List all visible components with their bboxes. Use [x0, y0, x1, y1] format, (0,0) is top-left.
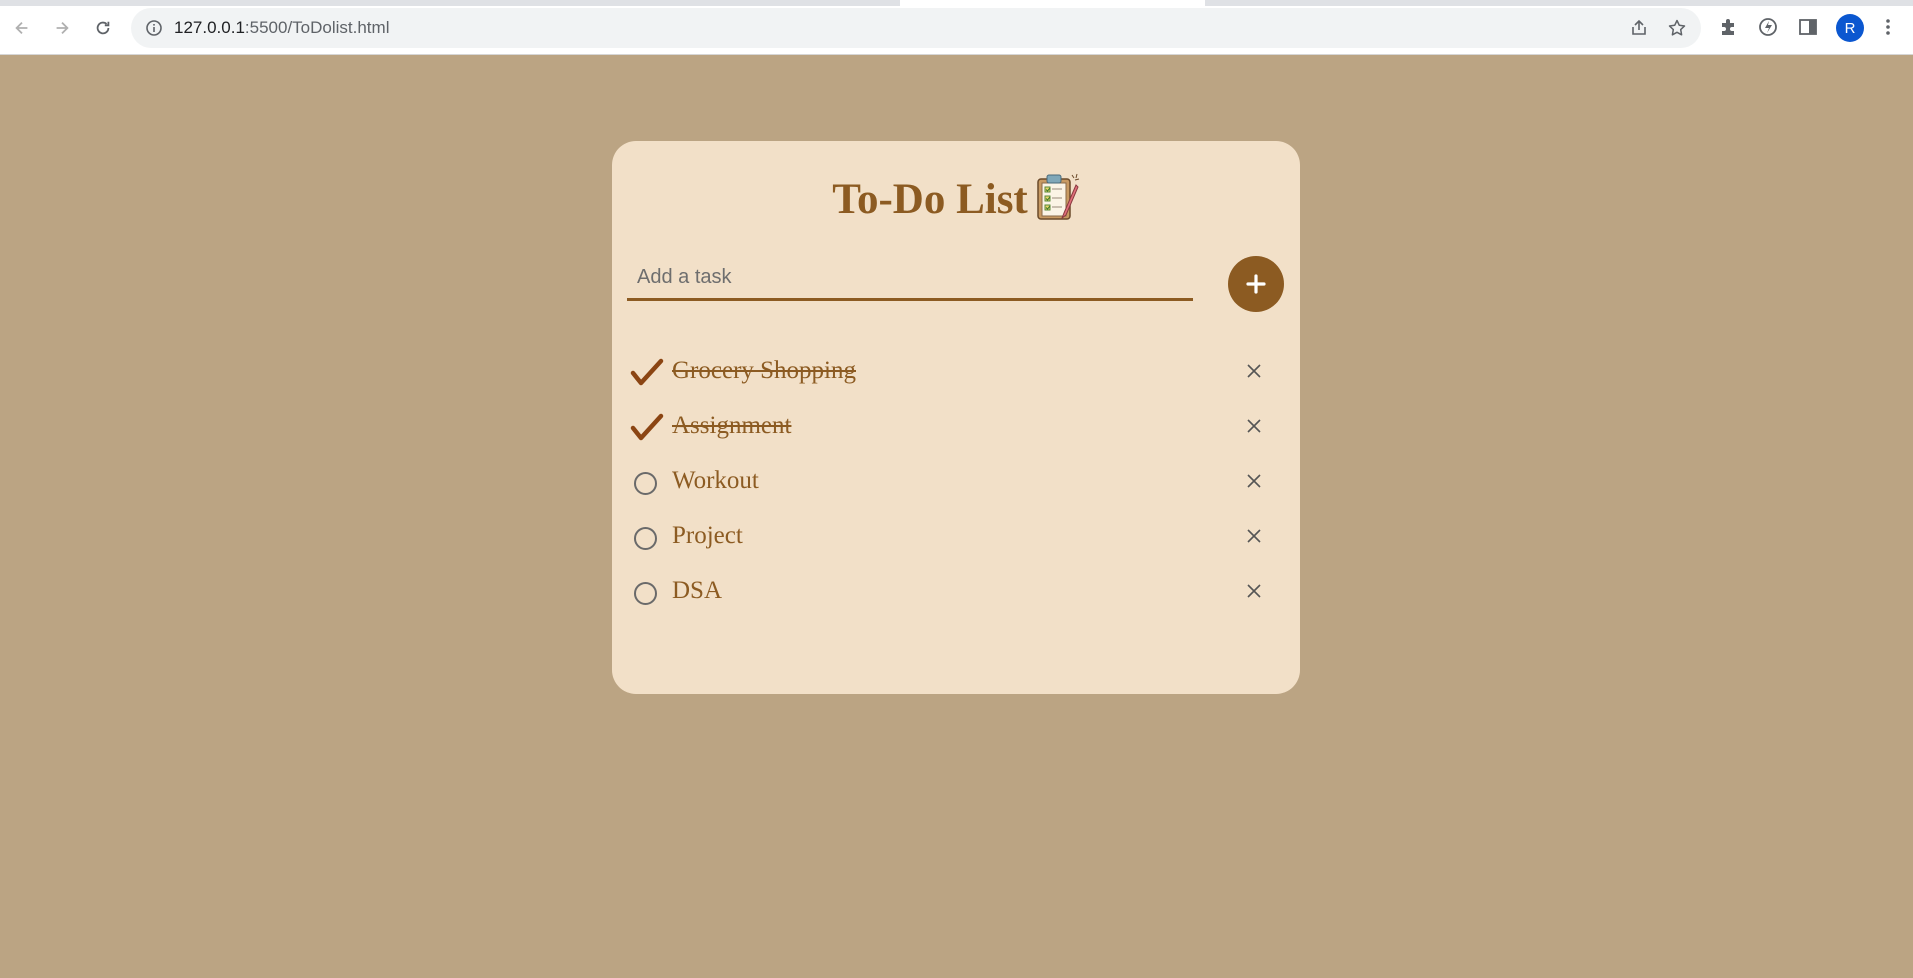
close-icon	[1247, 529, 1261, 543]
unchecked-circle-icon[interactable]	[634, 472, 657, 495]
forward-arrow-icon	[56, 21, 69, 35]
task-item[interactable]: Project	[630, 516, 1282, 560]
profile-avatar[interactable]: R	[1836, 14, 1864, 42]
performance-icon[interactable]	[1757, 16, 1779, 38]
task-item[interactable]: DSA	[630, 571, 1282, 615]
address-bar[interactable]: 127.0.0.1:5500/ToDolist.html	[131, 8, 1701, 48]
reload-icon	[96, 21, 110, 35]
delete-task-button[interactable]	[1242, 469, 1266, 493]
close-icon	[1247, 584, 1261, 598]
reload-button[interactable]	[87, 12, 119, 44]
delete-task-button[interactable]	[1242, 414, 1266, 438]
task-item[interactable]: Workout	[630, 461, 1282, 505]
add-task-input[interactable]	[627, 257, 1193, 301]
url-path: :5500/ToDolist.html	[244, 18, 390, 37]
task-label: Assignment	[672, 412, 792, 439]
task-item[interactable]: Grocery Shopping	[630, 351, 1282, 395]
url-text[interactable]: 127.0.0.1:5500/ToDolist.html	[174, 18, 389, 38]
back-button[interactable]	[6, 12, 38, 44]
delete-task-button[interactable]	[1242, 359, 1266, 383]
active-tab[interactable]	[900, 0, 1205, 6]
close-icon	[1247, 419, 1261, 433]
plus-icon	[1246, 274, 1266, 294]
checkmark-icon[interactable]	[630, 413, 664, 443]
tab-strip	[0, 0, 1913, 6]
unchecked-circle-icon[interactable]	[634, 582, 657, 605]
close-icon	[1247, 364, 1261, 378]
forward-button[interactable]	[46, 12, 78, 44]
todo-card: To-Do List Grocery Shopping Assignment W…	[612, 141, 1300, 694]
clipboard-checklist-icon	[1037, 173, 1079, 220]
task-label: Grocery Shopping	[672, 357, 856, 384]
checkmark-icon[interactable]	[630, 358, 664, 388]
page-title: To-Do List	[612, 171, 1300, 224]
browser-toolbar: 127.0.0.1:5500/ToDolist.html R	[0, 0, 1913, 55]
side-panel-icon[interactable]	[1797, 16, 1819, 38]
add-task-button[interactable]	[1228, 256, 1284, 312]
delete-task-button[interactable]	[1242, 579, 1266, 603]
close-icon	[1247, 474, 1261, 488]
site-info-icon[interactable]	[145, 19, 163, 37]
task-label: DSA	[672, 577, 723, 604]
bookmark-star-icon[interactable]	[1667, 18, 1687, 38]
task-item[interactable]: Assignment	[630, 406, 1282, 450]
unchecked-circle-icon[interactable]	[634, 527, 657, 550]
url-host: 127.0.0.1	[174, 18, 245, 37]
back-arrow-icon	[15, 21, 28, 35]
delete-task-button[interactable]	[1242, 524, 1266, 548]
title-text: To-Do List	[832, 176, 1028, 223]
more-menu-icon[interactable]	[1877, 16, 1899, 38]
share-icon[interactable]	[1629, 18, 1649, 38]
task-label: Workout	[672, 467, 759, 494]
extensions-puzzle-icon[interactable]	[1717, 16, 1739, 38]
task-label: Project	[672, 522, 743, 549]
